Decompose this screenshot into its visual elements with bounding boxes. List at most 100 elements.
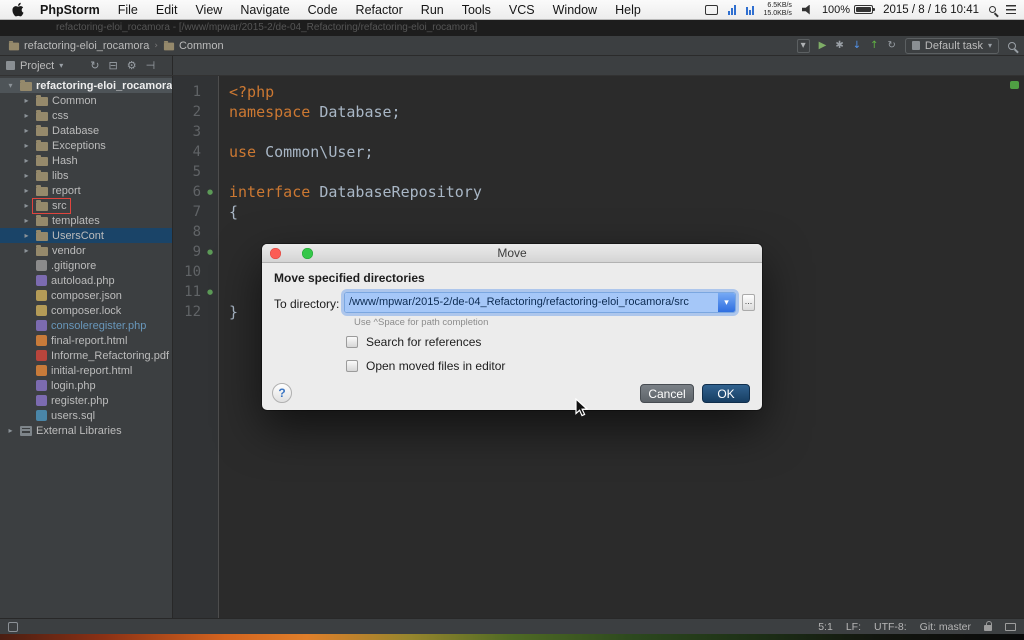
dialog-titlebar[interactable]: Move [262,244,762,263]
checkbox-icon[interactable] [346,336,358,348]
tree-item-common[interactable]: ▸Common [0,93,172,108]
tree-item-final-report-html[interactable]: final-report.html [0,333,172,348]
tree-item-css[interactable]: ▸css [0,108,172,123]
menu-help[interactable]: Help [606,0,650,20]
statusbar-item-1[interactable]: LF: [846,621,861,633]
tree-item-external-libraries[interactable]: ▸External Libraries [0,423,172,438]
expander-icon[interactable]: ▸ [20,96,33,105]
tree-item-vendor[interactable]: ▸vendor [0,243,172,258]
tree-item-composer-json[interactable]: composer.json [0,288,172,303]
directory-path-value[interactable]: /www/mpwar/2015-2/de-04_Refactoring/refa… [345,293,718,312]
checkbox-search-for-references[interactable]: Search for references [346,335,481,349]
tree-item-database[interactable]: ▸Database [0,123,172,138]
tree-item-exceptions[interactable]: ▸Exceptions [0,138,172,153]
directory-combobox[interactable]: /www/mpwar/2015-2/de-04_Refactoring/refa… [344,292,736,313]
vcs-log-icon[interactable]: ↻ [888,40,896,52]
expander-icon[interactable]: ▸ [20,201,33,210]
statusbar-item-2[interactable]: UTF-8: [874,621,907,633]
checkbox-open-moved-files-in-editor[interactable]: Open moved files in editor [346,359,505,373]
menu-tools[interactable]: Tools [453,0,500,20]
notification-center-icon[interactable] [1006,5,1016,14]
expander-icon[interactable]: ▸ [20,111,33,120]
network-speed-indicator[interactable]: 6.5KB/s 15.0KB/s [764,2,792,18]
run-icon[interactable]: ▶ [819,40,827,52]
expander-icon[interactable]: ▸ [20,141,33,150]
tree-item-hash[interactable]: ▸Hash [0,153,172,168]
tree-item-consoleregister-php[interactable]: consoleregister.php [0,318,172,333]
tree-item-libs[interactable]: ▸ libs [0,168,172,183]
tree-item-users-sql[interactable]: users.sql [0,408,172,423]
chevron-down-icon[interactable]: ▾ [59,61,63,70]
tree-item-label: libs [52,169,69,183]
tree-item-refactoring-eloi-rocamora[interactable]: ▾refactoring-eloi_rocamora [0,78,172,93]
help-button[interactable]: ? [272,383,292,403]
tree-item-composer-lock[interactable]: composer.lock [0,303,172,318]
cancel-button[interactable]: Cancel [640,384,694,403]
apple-menu-icon[interactable] [12,2,25,17]
volume-icon[interactable] [802,5,812,15]
breadcrumb-item-common[interactable]: Common [163,40,224,52]
hide-panel-icon[interactable]: ⊣ [146,57,156,75]
menubar-clock[interactable]: 2015 / 8 / 16 10:41 [883,4,979,16]
tree-item-informe-refactoring-pdf[interactable]: Informe_Refactoring.pdf [0,348,172,363]
menu-edit[interactable]: Edit [147,0,187,20]
combo-dropdown-icon[interactable]: ▾ [718,293,735,312]
tree-item-register-php[interactable]: register.php [0,393,172,408]
menu-code[interactable]: Code [299,0,347,20]
ok-button[interactable]: OK [702,384,750,403]
screen-icon[interactable] [1005,623,1016,631]
tree-item-autoload-php[interactable]: autoload.php [0,273,172,288]
expander-icon[interactable]: ▸ [20,171,33,180]
statusbar-item-0[interactable]: 5:1 [818,621,833,633]
menu-file[interactable]: File [109,0,147,20]
toolwindow-toggle-icon[interactable] [8,622,18,632]
expander-icon[interactable]: ▸ [20,216,33,225]
spotlight-icon[interactable] [989,6,996,13]
lock-icon[interactable] [984,625,992,631]
sync-icon[interactable]: ↻ [90,57,99,75]
expander-icon[interactable]: ▸ [20,231,33,240]
expander-icon[interactable]: ▸ [20,246,33,255]
close-icon[interactable] [270,248,281,259]
task-combo[interactable]: Default task ▾ [905,38,999,54]
menu-run[interactable]: Run [412,0,453,20]
keyboard-layout-icon[interactable] [705,5,718,15]
expander-icon[interactable]: ▸ [20,156,33,165]
memory-monitor-icon[interactable] [746,5,754,15]
expander-icon[interactable]: ▸ [20,126,33,135]
menu-vcs[interactable]: VCS [500,0,544,20]
expander-icon[interactable]: ▾ [4,81,17,90]
zoom-icon[interactable] [302,248,313,259]
tree-item-report[interactable]: ▸report [0,183,172,198]
cpu-monitor-icon[interactable] [728,5,736,15]
menu-window[interactable]: Window [544,0,606,20]
search-everywhere-icon[interactable] [1008,42,1016,50]
settings-icon[interactable]: ⚙ [127,57,137,75]
tree-item-gitignore[interactable]: .gitignore [0,258,172,273]
vcs-commit-icon[interactable]: ↑ [870,40,878,52]
battery-indicator[interactable]: 100% [822,4,873,16]
menu-phpstorm[interactable]: PhpStorm [31,0,109,20]
run-config-combo[interactable]: ▾ [797,39,810,53]
expander-icon[interactable]: ▸ [20,186,33,195]
coverage-icon[interactable]: ✱ [835,40,843,52]
project-panel-title[interactable]: Project [20,60,54,72]
statusbar-item-3[interactable]: Git: master [920,621,971,633]
tree-item-login-php[interactable]: login.php [0,378,172,393]
breadcrumb-item-refactoring-eloi-rocamora[interactable]: refactoring-eloi_rocamora [8,40,149,52]
vcs-update-icon[interactable]: ↓ [853,40,861,52]
browse-button[interactable]: ... [742,294,755,311]
tree-item-content: libs [33,169,72,183]
expander-icon[interactable]: ▸ [4,426,17,435]
collapse-all-icon[interactable]: ⊟ [108,57,117,75]
menu-refactor[interactable]: Refactor [347,0,412,20]
menu-view[interactable]: View [186,0,231,20]
tree-item-src[interactable]: ▸src [0,198,172,213]
checkbox-icon[interactable] [346,360,358,372]
tree-item-templates[interactable]: ▸templates [0,213,172,228]
php-file-icon [36,395,47,406]
inspection-status-icon[interactable] [1010,81,1019,89]
menu-navigate[interactable]: Navigate [231,0,298,20]
tree-item-userscont[interactable]: ▸UsersCont [0,228,172,243]
tree-item-initial-report-html[interactable]: initial-report.html [0,363,172,378]
